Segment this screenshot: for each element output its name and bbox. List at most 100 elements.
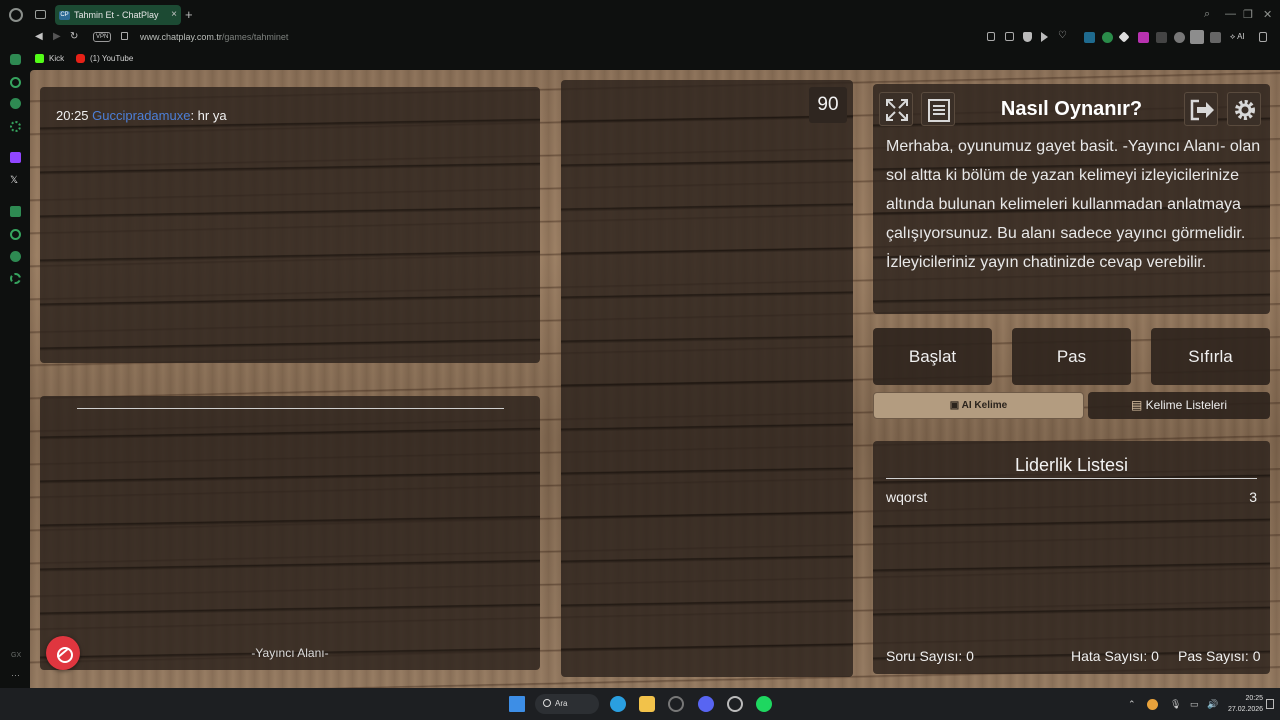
player-name: wqorst (886, 489, 928, 505)
reload-icon[interactable]: ↻ (70, 31, 78, 42)
gx-label: GX (11, 652, 22, 659)
word-panel (561, 80, 853, 677)
player-icon[interactable] (1041, 32, 1048, 42)
tab-list-icon[interactable] (35, 10, 46, 19)
clock-time: 20:25 (1245, 695, 1264, 702)
word-lists-button[interactable]: ▤ Kelime Listeleri (1088, 392, 1270, 419)
twitch-icon[interactable] (10, 152, 21, 163)
chat-time: 20:25 (56, 108, 89, 123)
question-count-label: Soru Sayısı: (886, 648, 963, 664)
question-count-value: 0 (966, 648, 974, 664)
spotify-icon[interactable] (756, 696, 772, 712)
fullscreen-icon[interactable] (879, 92, 913, 126)
timer-display: 90 (809, 87, 847, 123)
extension-3-icon[interactable] (1118, 31, 1130, 43)
url-path: /games/tahminet (221, 32, 289, 42)
opera-logo-icon[interactable] (9, 8, 23, 22)
gx-corner-icon[interactable] (10, 77, 21, 88)
url-field[interactable]: www.chatplay.com.tr/games/tahminet (140, 32, 288, 42)
pass-count: Pas Sayısı: 0 (1178, 648, 1261, 664)
tab-title: Tahmin Et - ChatPlay (74, 10, 159, 20)
streamer-area-label: -Yayıncı Alanı- (251, 646, 329, 660)
settings-icon[interactable] (10, 121, 21, 132)
bookmark-label: (1) YouTube (90, 54, 134, 63)
minimize-icon[interactable]: — (1225, 8, 1236, 20)
tray-app-icon[interactable] (1147, 699, 1158, 710)
file-explorer-icon[interactable] (639, 696, 655, 712)
chat-username: Guccipradamuxe (92, 108, 191, 123)
bookmark-kick[interactable]: Kick (35, 54, 64, 63)
how-to-play-text: Merhaba, oyunumuz gayet basit. -Yayıncı … (886, 138, 1261, 271)
vpn-badge[interactable]: VPN (93, 32, 112, 42)
extension-5-icon[interactable] (1156, 32, 1167, 43)
extension-4-icon[interactable] (1138, 32, 1149, 43)
error-count: Hata Sayısı: 0 (1071, 648, 1159, 664)
bookmark-youtube[interactable]: (1) YouTube (76, 54, 133, 63)
word-lists-label: Kelime Listeleri (1145, 398, 1228, 412)
gear-icon[interactable] (1227, 92, 1261, 126)
forward-icon[interactable]: ▶ (53, 31, 61, 42)
gx-cleaner-icon[interactable] (10, 98, 21, 109)
extension-2-icon[interactable] (1102, 32, 1113, 43)
exit-icon[interactable] (1184, 92, 1218, 126)
rules-document-icon[interactable] (921, 92, 955, 126)
heart-icon[interactable]: ♡ (1058, 30, 1069, 41)
extensions-icon[interactable] (10, 251, 21, 262)
extension-6-icon[interactable] (1174, 32, 1185, 43)
tab-close-icon[interactable]: × (171, 9, 177, 20)
clock-date: 27.02.2026 (1228, 706, 1264, 713)
start-button[interactable]: Başlat (873, 328, 992, 385)
leaderboard-divider (886, 478, 1257, 479)
sidebar-settings-icon[interactable] (10, 273, 21, 284)
taskbar-clock[interactable]: 20:25 27.02.2026 (1228, 693, 1263, 715)
lock-icon[interactable] (121, 32, 128, 40)
leaderboard-title: Liderlik Listesi (1014, 455, 1129, 475)
notifications-icon[interactable] (1266, 699, 1274, 709)
mute-button[interactable] (46, 636, 80, 670)
ai-word-button[interactable]: ▣ AI Kelime (873, 392, 1084, 419)
edge-icon[interactable] (610, 696, 626, 712)
back-icon[interactable]: ◀ (35, 31, 43, 42)
profile-avatar[interactable] (1190, 30, 1204, 44)
gx-control-icon[interactable] (10, 54, 21, 65)
taskbar-search[interactable]: Ara (535, 694, 599, 714)
streamer-area-panel: -Yayıncı Alanı- (40, 396, 540, 670)
bookmarks-bar: Kick (1) YouTube (0, 48, 1280, 70)
browser-tab-bar: CP Tahmin Et - ChatPlay × + ⌕ — ❐ ✕ (0, 0, 1280, 28)
question-count: Soru Sayısı: 0 (886, 648, 974, 664)
browser-sidebar: 𝕏 GX ··· (0, 48, 30, 688)
history-icon[interactable] (10, 229, 21, 240)
player-score: 3 (1249, 489, 1257, 505)
reset-button[interactable]: Sıfırla (1151, 328, 1270, 385)
bookmark-label: Kick (49, 54, 65, 63)
new-tab-button[interactable]: + (185, 7, 193, 22)
tray-chevron-icon[interactable]: ⌃ (1128, 699, 1136, 710)
pass-button[interactable]: Pas (1012, 328, 1131, 385)
leaderboard-panel: Liderlik Listesi wqorst 3 Soru Sayısı: 0… (873, 441, 1270, 674)
streamer-divider (77, 408, 504, 409)
restore-icon[interactable]: ❐ (1243, 8, 1253, 21)
extension-1-icon[interactable] (1084, 32, 1095, 43)
speaker-icon[interactable]: 🔊 (1207, 699, 1218, 710)
opera-gx-taskbar-icon[interactable] (668, 696, 684, 712)
close-window-icon[interactable]: ✕ (1263, 8, 1272, 21)
discord-icon[interactable] (698, 696, 714, 712)
app-icon[interactable] (727, 696, 743, 712)
x-twitter-icon[interactable]: 𝕏 (10, 175, 21, 186)
pinboard-icon[interactable] (10, 206, 21, 217)
extension-7-icon[interactable] (1210, 32, 1221, 43)
snapshot-icon[interactable] (987, 32, 995, 41)
shield-icon[interactable] (1023, 32, 1032, 42)
microphone-icon[interactable]: 🎙 (1170, 699, 1181, 710)
more-icon[interactable]: ··· (11, 670, 20, 680)
error-count-value: 0 (1151, 648, 1159, 664)
easy-setup-icon[interactable] (1259, 32, 1267, 42)
windows-start-icon[interactable] (509, 696, 525, 712)
chat-text: : hr ya (190, 108, 227, 123)
search-tabs-icon[interactable]: ⌕ (1204, 8, 1210, 21)
kick-icon (35, 54, 44, 63)
screenshot-icon[interactable] (1005, 32, 1014, 41)
display-icon[interactable]: ▭ (1190, 699, 1199, 710)
aria-ai-button[interactable]: ⟡ AI (1230, 32, 1245, 43)
tab-chatplay[interactable]: CP Tahmin Et - ChatPlay × (55, 5, 181, 25)
